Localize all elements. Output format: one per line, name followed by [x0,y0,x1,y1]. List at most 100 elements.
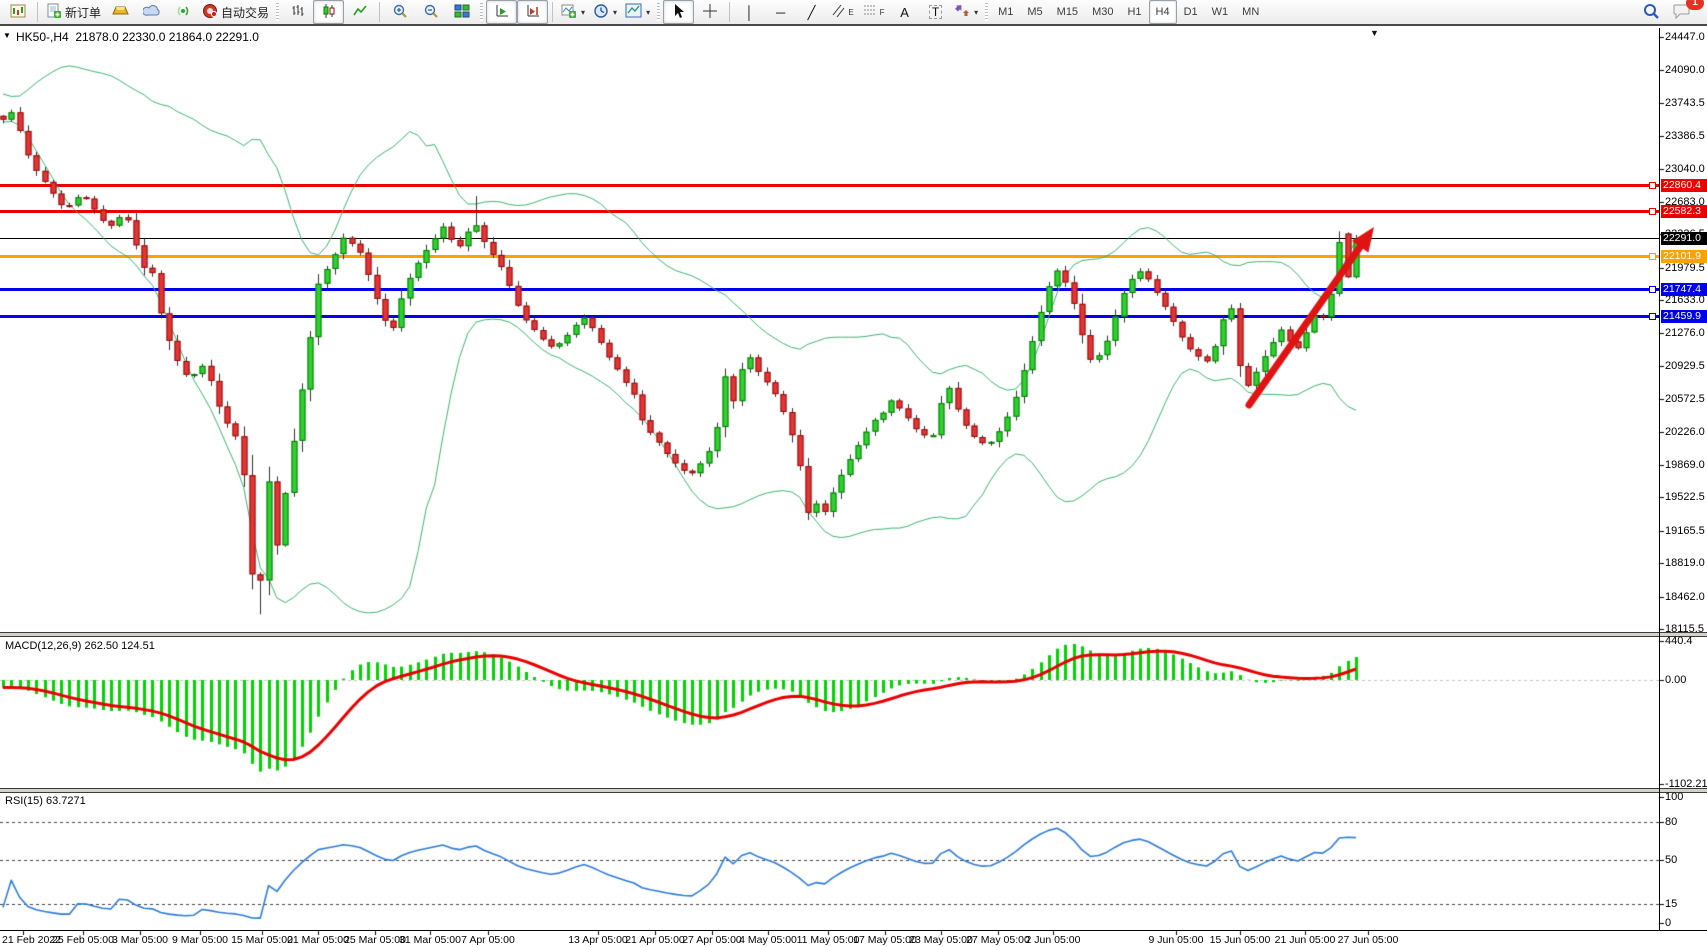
fibonacci-tool-button[interactable]: F [858,0,889,24]
fibonacci-icon [863,3,877,21]
rsi-axis-label: 50 [1665,854,1677,866]
price-axis-label: 23386.5 [1665,130,1705,142]
auto-trading-button[interactable]: 自动交易 [198,0,273,24]
time-axis-label: 11 May 05:00 [797,934,860,946]
chat-button[interactable]: 1 [1666,0,1697,24]
candlestick-chart-icon [321,3,337,22]
chart-window-button[interactable] [2,0,33,24]
time-axis-label: 7 Apr 05:00 [461,934,515,946]
line-handle[interactable] [1649,253,1656,260]
line-handle[interactable] [1649,182,1656,189]
new-order-button[interactable]: 新订单 [42,0,105,24]
macd-axis-label: 0.00 [1665,674,1686,686]
tab-timeframe-m1[interactable]: M1 [991,0,1020,24]
time-axis-label: 21 Apr 05:00 [625,934,685,946]
horizontal-line-icon: ─ [776,6,785,19]
line-handle[interactable] [1649,313,1656,320]
zoom-out-button[interactable] [415,0,446,24]
periods-button[interactable]: ▾ [589,0,621,24]
horizontal-line-tool-button[interactable]: ─ [765,0,796,24]
arrows-tool-button[interactable]: ▾ [951,0,982,24]
tile-windows-button[interactable] [446,0,477,24]
candlestick-chart-button[interactable] [313,0,344,24]
macd-axis-label: 440.4 [1665,635,1693,647]
add-indicator-icon [561,3,577,22]
price-badge-support-1: 21747.4 [1661,283,1707,296]
line-chart-button[interactable] [344,0,375,24]
toolbar-separator [729,2,730,22]
indicators-button[interactable]: ▾ [557,0,589,24]
text-icon: A [900,6,909,19]
text-label-tool-button[interactable]: T [920,0,951,24]
chevron-down-icon: ▾ [646,8,650,17]
price-axis-label: 18462.0 [1665,591,1705,603]
fibo-letter: F [880,8,885,17]
new-order-label: 新订单 [65,4,101,21]
time-axis-label: 13 Apr 05:00 [568,934,628,946]
tab-timeframe-h4[interactable]: H4 [1149,0,1177,24]
chart-shift-marker[interactable]: ▼ [1370,28,1379,38]
time-axis-label: 31 Mar 05:00 [399,934,461,946]
x-axis-border [0,930,1707,931]
time-axis-label: 27 Apr 05:00 [682,934,742,946]
chart-symbol-timeframe: HK50-,H4 [16,30,69,44]
text-tool-button[interactable]: A [889,0,920,24]
zoom-out-icon [423,3,439,22]
crosshair-tool-button[interactable] [694,0,725,24]
time-axis-label: 25 Mar 05:00 [344,934,406,946]
bar-chart-button[interactable] [282,0,313,24]
tab-timeframe-mn[interactable]: MN [1235,0,1266,24]
tab-timeframe-m15[interactable]: M15 [1050,0,1085,24]
chart-window-icon [10,3,26,22]
panel-divider[interactable] [0,632,1707,637]
channel-letter: E [848,8,853,17]
time-axis-label: 21 Mar 05:00 [287,934,349,946]
bar-chart-icon [290,3,306,22]
clock-icon [593,3,609,22]
toolbar-grip [985,3,988,21]
tab-timeframe-h1[interactable]: H1 [1120,0,1148,24]
trendline-tool-button[interactable]: ╱ [796,0,827,24]
chart-shift-button[interactable] [517,0,548,24]
chart-canvas[interactable] [0,0,1707,947]
price-axis-label: 19522.5 [1665,491,1705,503]
tab-timeframe-m5[interactable]: M5 [1020,0,1049,24]
zoom-in-button[interactable] [384,0,415,24]
one-click-trading-toggle[interactable]: ▼ [3,31,11,40]
timeframe-group: M1M5M15M30H1H4D1W1MN [991,0,1266,24]
panel-divider[interactable] [0,788,1707,793]
chevron-down-icon: ▾ [581,8,585,17]
time-axis-label: 3 Mar 05:00 [112,934,168,946]
tab-timeframe-m30[interactable]: M30 [1085,0,1120,24]
gold-button[interactable] [105,0,136,24]
time-axis-label: 2 Jun 05:00 [1026,934,1081,946]
toolbar-separator [37,2,38,22]
signal-button[interactable] [167,0,198,24]
chart-ohlc-values: 21878.0 22330.0 21864.0 22291.0 [75,30,259,44]
time-axis-label: 27 May 05:00 [966,934,1030,946]
tile-windows-icon [454,3,470,22]
cloud-button[interactable] [136,0,167,24]
search-button[interactable] [1635,0,1666,24]
price-axis-label: 20929.5 [1665,360,1705,372]
zoom-in-icon [392,3,408,22]
crosshair-icon [702,3,718,22]
price-axis-label: 20226.0 [1665,426,1705,438]
new-order-icon [46,3,62,22]
signal-icon [175,3,191,22]
auto-scroll-button[interactable] [486,0,517,24]
vertical-line-tool-button[interactable]: │ [734,0,765,24]
line-handle[interactable] [1649,286,1656,293]
templates-button[interactable]: ▾ [621,0,654,24]
line-handle[interactable] [1649,208,1656,215]
macd-axis-label: -1102.21 [1665,778,1707,790]
price-axis-label: 24447.0 [1665,31,1705,43]
price-axis-label: 19165.5 [1665,525,1705,537]
tab-timeframe-w1[interactable]: W1 [1205,0,1236,24]
price-badge-current-price: 22291.0 [1661,232,1707,245]
tab-timeframe-d1[interactable]: D1 [1177,0,1205,24]
auto-trading-label: 自动交易 [221,4,269,21]
channel-tool-button[interactable]: E [827,0,858,24]
cursor-tool-button[interactable] [663,0,694,24]
time-axis-label: 4 May 05:00 [739,934,797,946]
